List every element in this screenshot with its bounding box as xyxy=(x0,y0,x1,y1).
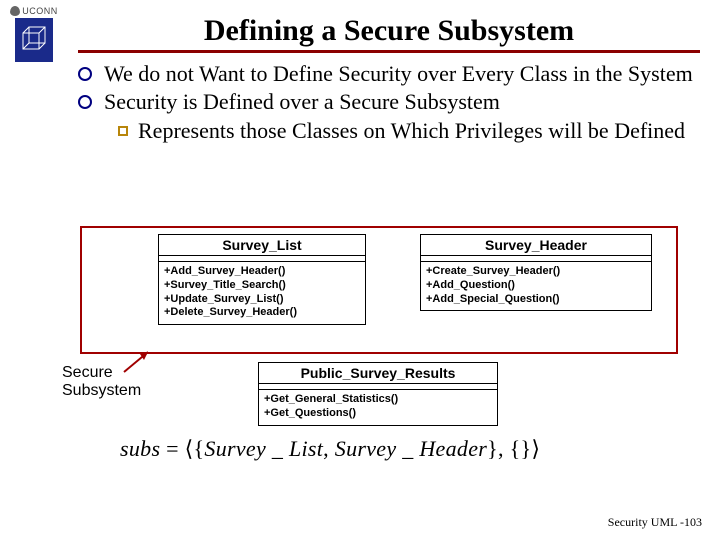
formula-item1: Survey _ List xyxy=(204,436,323,461)
uml-op: +Get_Questions() xyxy=(264,407,492,421)
formula-eq: = xyxy=(160,436,184,461)
title-underline xyxy=(78,50,700,53)
bullet-1: We do not Want to Define Security over E… xyxy=(78,61,700,87)
institution-name: UCONN xyxy=(10,6,58,16)
formula-item2: Survey _ Header xyxy=(335,436,487,461)
callout-arrow-icon xyxy=(118,346,158,376)
callout-line-2: Subsystem xyxy=(62,382,141,400)
uml-operations: +Get_General_Statistics() +Get_Questions… xyxy=(259,390,497,425)
uml-op: +Create_Survey_Header() xyxy=(426,265,646,279)
bullet-square-icon xyxy=(118,126,128,136)
body-content: We do not Want to Define Security over E… xyxy=(78,61,700,144)
uml-diagram: Survey_List +Add_Survey_Header() +Survey… xyxy=(80,226,684,382)
slide-footer: Security UML -103 xyxy=(608,515,702,530)
formula-close-set: }, xyxy=(487,436,504,461)
bullet-1-text: We do not Want to Define Security over E… xyxy=(104,61,693,87)
slide: UCONN Defining a Secure Subsystem We do … xyxy=(0,0,720,540)
bullet-2: Security is Defined over a Secure Subsys… xyxy=(78,89,700,115)
uml-op: +Delete_Survey_Header() xyxy=(164,306,360,320)
formula: subs = ⟨{Survey _ List, Survey _ Header}… xyxy=(120,436,540,462)
uml-op: +Survey_Title_Search() xyxy=(164,279,360,293)
oak-leaf-icon xyxy=(10,6,20,16)
uml-class-survey-list: Survey_List +Add_Survey_Header() +Survey… xyxy=(158,234,366,325)
uml-operations: +Add_Survey_Header() +Survey_Title_Searc… xyxy=(159,262,365,324)
uml-op: +Add_Special_Question() xyxy=(426,293,646,307)
cube-icon xyxy=(15,18,53,62)
uml-class-name: Survey_List xyxy=(159,235,365,256)
uml-class-public-survey-results: Public_Survey_Results +Get_General_Stati… xyxy=(258,362,498,426)
page-title: Defining a Secure Subsystem xyxy=(78,14,700,48)
uml-class-name: Public_Survey_Results xyxy=(259,363,497,384)
uml-class-survey-header: Survey_Header +Create_Survey_Header() +A… xyxy=(420,234,652,311)
uml-op: +Get_General_Statistics() xyxy=(264,393,492,407)
institution-logo: UCONN xyxy=(6,6,62,62)
formula-empty: {} xyxy=(504,436,532,461)
formula-close: ⟩ xyxy=(531,436,540,461)
bullet-2-sub-1: Represents those Classes on Which Privil… xyxy=(118,118,700,144)
formula-sep1: , xyxy=(323,436,335,461)
bullet-2-sub-1-text: Represents those Classes on Which Privil… xyxy=(138,118,685,144)
bullet-2-text: Security is Defined over a Secure Subsys… xyxy=(104,89,500,115)
uml-operations: +Create_Survey_Header() +Add_Question() … xyxy=(421,262,651,310)
uml-op: +Add_Question() xyxy=(426,279,646,293)
uml-class-name: Survey_Header xyxy=(421,235,651,256)
formula-lhs: subs xyxy=(120,436,160,461)
institution-text: UCONN xyxy=(22,6,58,16)
formula-open: ⟨{ xyxy=(185,436,205,461)
uml-op: +Add_Survey_Header() xyxy=(164,265,360,279)
bullet-circle-icon xyxy=(78,67,92,81)
bullet-circle-icon xyxy=(78,95,92,109)
uml-op: +Update_Survey_List() xyxy=(164,293,360,307)
